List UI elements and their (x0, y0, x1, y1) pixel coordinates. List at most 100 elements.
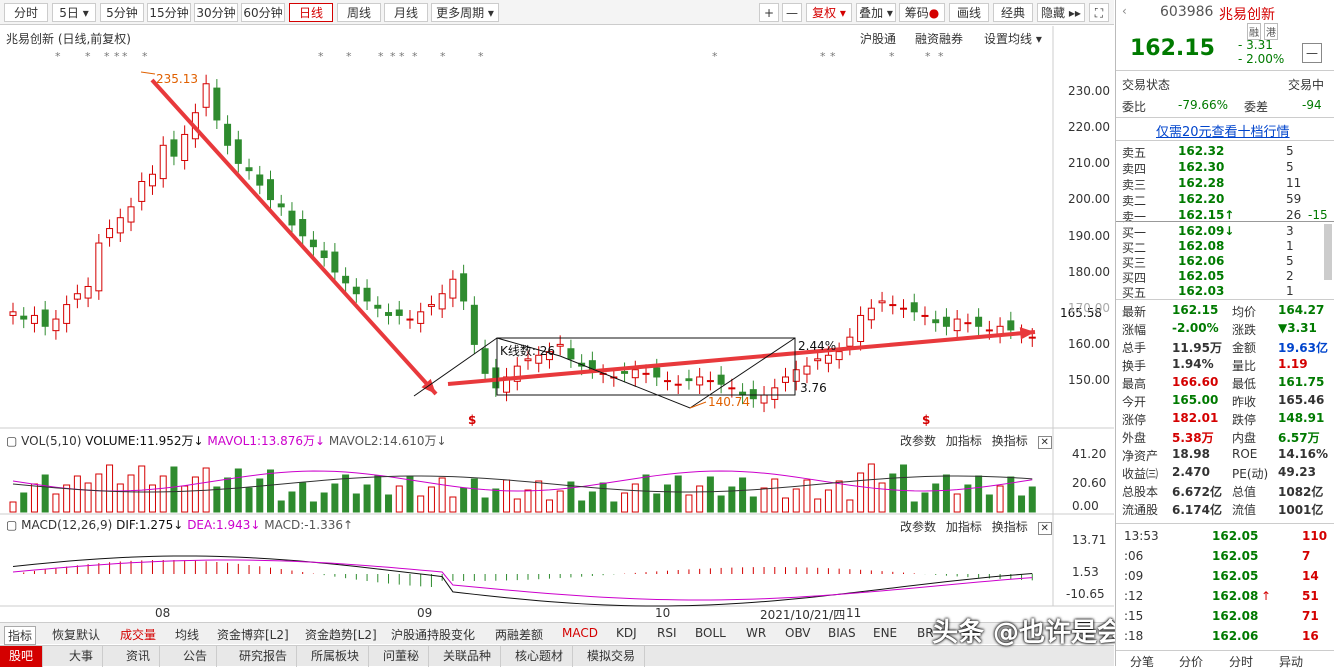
indicator-tab-zhibiao[interactable]: 指标 (4, 626, 37, 645)
bid-price[interactable]: 162.08 (1178, 239, 1224, 253)
event-marker-1[interactable]: $ (468, 413, 476, 427)
classic-button[interactable]: 经典 (993, 3, 1033, 22)
volume-bar (352, 493, 360, 513)
vol-add-indicator[interactable]: 加指标 (946, 434, 982, 448)
indicator-tab-ma[interactable]: 均线 (175, 626, 199, 643)
bottom-tab-sim-trade[interactable]: 模拟交易 (578, 646, 646, 667)
candle-body (728, 387, 736, 390)
indicator-tab-capital-trend[interactable]: 资金趋势[L2] (305, 626, 377, 643)
ask-price[interactable]: 162.15↑ (1178, 208, 1234, 222)
indicator-tab-macd[interactable]: MACD (562, 626, 598, 640)
ask-price[interactable]: 162.32 (1178, 144, 1224, 158)
volume-bar (1018, 495, 1026, 513)
indicator-tab-ene[interactable]: ENE (873, 626, 897, 640)
volume-bar (417, 495, 425, 513)
candle-body (41, 309, 49, 327)
fuquan-dropdown[interactable]: 复权 ▾ (806, 3, 852, 22)
indicator-tab-obv[interactable]: OBV (785, 626, 811, 640)
indicator-tab-volume[interactable]: 成交量 (120, 626, 156, 643)
hide-button[interactable]: 隐藏 ▸▸ (1037, 3, 1085, 22)
period-5min[interactable]: 5分钟 (100, 3, 144, 22)
candle-body (116, 217, 124, 234)
indicator-tab-wr[interactable]: WR (746, 626, 766, 640)
period-30min[interactable]: 30分钟 (194, 3, 238, 22)
candle-body (331, 251, 339, 273)
candle-body (953, 318, 961, 332)
link-hugutong[interactable]: 沪股通 (860, 30, 896, 47)
indicator-tab-hgt-holding[interactable]: 沪股通持股变化 (391, 626, 475, 643)
macd-close-icon[interactable]: ✕ (1037, 522, 1052, 535)
ask-price[interactable]: 162.30 (1178, 160, 1224, 174)
panel-collapse-icon[interactable]: ‹ (1122, 4, 1127, 18)
ask-price[interactable]: 162.28 (1178, 176, 1224, 190)
candle-body (170, 139, 178, 157)
ask-price[interactable]: 162.20 (1178, 192, 1224, 206)
tab-fenbi[interactable]: 分笔 (1130, 653, 1154, 670)
star-marker: * (378, 50, 384, 63)
xtick-11: 11 (846, 606, 862, 620)
expand-icon[interactable]: ⛶ (1089, 3, 1109, 22)
period-5day[interactable]: 5日 ▾ (52, 3, 96, 22)
indicator-tab-boll[interactable]: BOLL (695, 626, 726, 640)
bottom-tab-ask-secretary[interactable]: 问董秘 (374, 646, 430, 667)
promo-link[interactable]: 仅需20元查看十档行情 (1156, 121, 1290, 140)
bottom-tab-theme[interactable]: 核心题材 (506, 646, 574, 667)
bid-price[interactable]: 162.03 (1178, 284, 1224, 298)
ytick-170: 170.00 (1068, 301, 1110, 315)
period-more[interactable]: 更多周期 ▾ (431, 3, 499, 22)
orderbook-scrollbar[interactable] (1324, 224, 1332, 280)
period-15min[interactable]: 15分钟 (147, 3, 191, 22)
zoom-out-button[interactable]: — (782, 3, 802, 22)
bottom-tab-announce[interactable]: 公告 (174, 646, 218, 667)
indicator-tab-reset[interactable]: 恢复默认 (52, 626, 100, 643)
link-ma-settings[interactable]: 设置均线 ▾ (984, 30, 1042, 47)
vol-close-icon[interactable]: ✕ (1037, 436, 1052, 449)
tab-fenshi[interactable]: 分时 (1229, 653, 1253, 670)
candle-body (878, 300, 886, 304)
ytick-200: 200.00 (1068, 192, 1110, 206)
bottom-tab-research[interactable]: 研究报告 (230, 646, 298, 667)
bottom-tab-sector[interactable]: 所属板块 (302, 646, 370, 667)
macd-collapse-icon[interactable]: ▢ (6, 518, 17, 532)
period-60min[interactable]: 60分钟 (241, 3, 285, 22)
zoom-in-button[interactable]: + (759, 3, 779, 22)
minimize-icon[interactable]: — (1302, 43, 1322, 63)
volume-bar (846, 499, 854, 513)
indicator-tab-rsi[interactable]: RSI (657, 626, 677, 640)
tab-yidong[interactable]: 异动 (1279, 653, 1303, 670)
candle-body (30, 314, 38, 324)
vol-switch-indicator[interactable]: 换指标 (992, 434, 1028, 448)
tick-time: :09 (1124, 569, 1144, 583)
candle-body (985, 329, 993, 332)
period-fenshi[interactable]: 分时 (4, 3, 48, 22)
period-daily[interactable]: 日线 (289, 3, 333, 22)
bid-price[interactable]: 162.09↓ (1178, 224, 1234, 238)
period-monthly[interactable]: 月线 (384, 3, 428, 22)
indicator-tab-margin-diff[interactable]: 两融差额 (495, 626, 543, 643)
stat-value: 1.19 (1278, 357, 1308, 371)
indicator-tab-kdj[interactable]: KDJ (616, 626, 637, 640)
indicator-tab-capital-game[interactable]: 资金博弈[L2] (217, 626, 289, 643)
vol-edit-params[interactable]: 改参数 (900, 434, 936, 448)
bid-price[interactable]: 162.05 (1178, 269, 1224, 283)
draw-line-button[interactable]: 画线 (949, 3, 989, 22)
tab-fenjia[interactable]: 分价 (1179, 653, 1203, 670)
event-marker-2[interactable]: $ (922, 413, 930, 427)
volume-collapse-icon[interactable]: ▢ (6, 434, 17, 448)
ytick-210: 210.00 (1068, 156, 1110, 170)
bottom-tab-guba[interactable]: 股吧 (0, 646, 44, 667)
bottom-tab-related[interactable]: 关联品种 (434, 646, 502, 667)
volume-bar (631, 483, 639, 513)
chips-button[interactable]: 筹码● (899, 3, 945, 22)
macd-switch-indicator[interactable]: 换指标 (992, 520, 1028, 534)
indicator-tab-bias[interactable]: BIAS (828, 626, 856, 640)
bottom-tab-events[interactable]: 大事 (60, 646, 104, 667)
macd-edit-params[interactable]: 改参数 (900, 520, 936, 534)
link-margin[interactable]: 融资融券 (915, 30, 963, 47)
period-weekly[interactable]: 周线 (337, 3, 381, 22)
bottom-tab-news[interactable]: 资讯 (117, 646, 161, 667)
volume-bar (234, 468, 242, 513)
overlay-dropdown[interactable]: 叠加 ▾ (856, 3, 896, 22)
macd-add-indicator[interactable]: 加指标 (946, 520, 982, 534)
bid-price[interactable]: 162.06 (1178, 254, 1224, 268)
